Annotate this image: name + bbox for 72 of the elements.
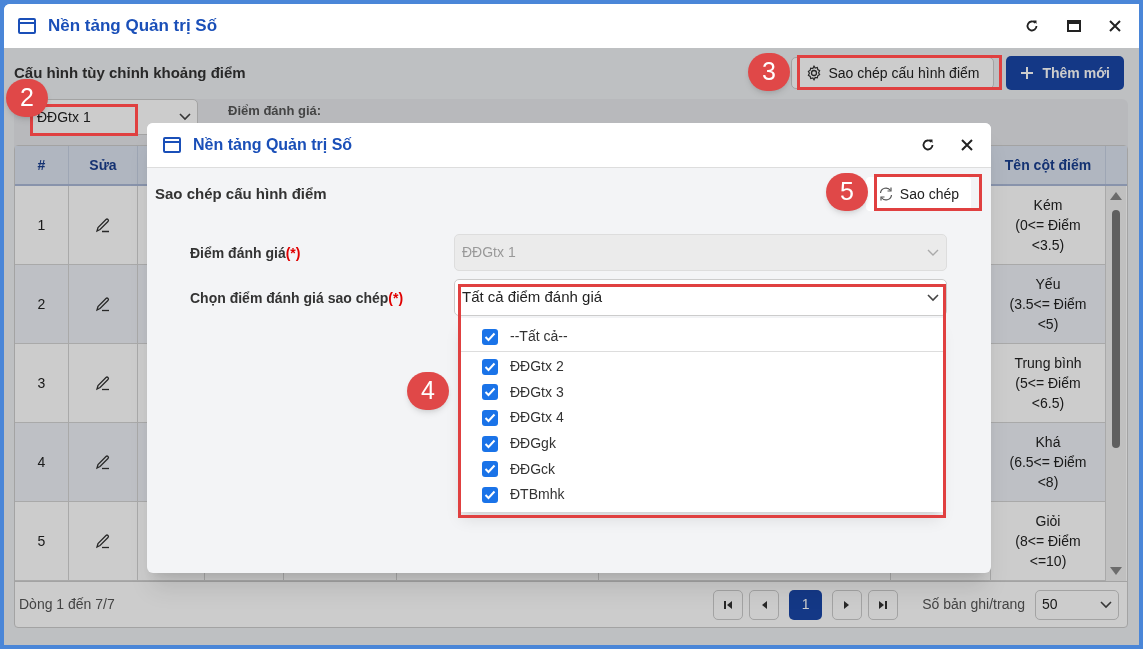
- first-page-button[interactable]: [713, 589, 744, 620]
- grade-range: (0<= Điểm <3.5): [1014, 216, 1082, 255]
- grade-name: Kém: [1033, 196, 1063, 215]
- select-field: ĐĐGtx 1: [454, 234, 947, 271]
- chevron-down-icon: [179, 113, 191, 121]
- dialog-title: Nền tảng Quản trị Số: [193, 135, 353, 155]
- edit-icon[interactable]: [95, 375, 111, 391]
- option-label[interactable]: ĐĐGck: [510, 458, 556, 480]
- page-button[interactable]: 1: [789, 589, 823, 620]
- checkbox[interactable]: [482, 328, 498, 345]
- row-summary: Dòng 1 đến 7/7: [19, 595, 115, 614]
- add-button[interactable]: Thêm mới: [1006, 56, 1124, 90]
- edit-icon[interactable]: [95, 533, 111, 549]
- checkbox[interactable]: [482, 384, 498, 401]
- option-label[interactable]: ĐTBmhk: [510, 484, 565, 506]
- scroll-down-icon[interactable]: [1110, 567, 1122, 575]
- gear-icon: [806, 65, 823, 81]
- select-field[interactable]: Tất cả điểm đánh giá: [454, 279, 947, 316]
- refresh-icon: [877, 186, 894, 202]
- edit-icon[interactable]: [95, 217, 111, 233]
- grade-range: (3.5<= Điểm <5): [1008, 295, 1088, 334]
- grade-range: (8<= Điểm <=10): [1014, 532, 1082, 571]
- scroll-up-icon[interactable]: [1110, 192, 1122, 200]
- window-icon: [18, 18, 36, 34]
- last-page-button[interactable]: [868, 589, 899, 620]
- checkbox[interactable]: [482, 358, 498, 375]
- option-label[interactable]: ĐĐGtx 4: [510, 407, 564, 429]
- grade-name: Giỏi: [1035, 512, 1061, 531]
- column-header: Sửa: [89, 155, 117, 175]
- window-title: Nền tảng Quản trị Số: [48, 15, 218, 38]
- dialog-heading: Sao chép cấu hình điểm: [155, 183, 327, 204]
- edit-icon[interactable]: [95, 454, 111, 470]
- chevron-down-icon: [927, 248, 939, 257]
- first-page-icon: [723, 599, 734, 610]
- checkbox[interactable]: [482, 461, 498, 478]
- grade-name: Trung bình: [1014, 354, 1082, 373]
- option-label[interactable]: ĐĐGgk: [510, 433, 556, 455]
- checkbox[interactable]: [482, 410, 498, 426]
- filter-label: Điểm đánh giá:: [228, 102, 322, 121]
- option-label[interactable]: ĐĐGtx 2: [510, 356, 564, 378]
- close-icon[interactable]: [961, 139, 973, 151]
- grade-name: Khá: [1035, 433, 1061, 452]
- option-label[interactable]: ĐĐGtx 3: [510, 381, 564, 403]
- checkbox[interactable]: [482, 486, 498, 503]
- refresh-icon[interactable]: [921, 138, 935, 152]
- chevron-down-icon: [1100, 600, 1112, 609]
- grade-range: (6.5<= Điểm <8): [1008, 453, 1088, 492]
- plus-icon: [1020, 66, 1035, 80]
- scrollbar-thumb[interactable]: [1112, 210, 1120, 448]
- window-icon: [163, 137, 181, 153]
- per-page-select[interactable]: 50: [1035, 589, 1119, 620]
- field-label: Chọn điểm đánh giá sao chép(*): [190, 289, 405, 308]
- maximize-icon[interactable]: [1067, 20, 1081, 32]
- close-icon[interactable]: [1109, 20, 1121, 32]
- refresh-icon[interactable]: [1025, 19, 1039, 33]
- per-page-label: Số bản ghi/trang: [922, 595, 1025, 614]
- next-page-button[interactable]: [832, 589, 863, 620]
- copy-button[interactable]: Sao chép: [865, 177, 971, 211]
- chevron-down-icon: [927, 293, 939, 302]
- grade-name: Yếu: [1035, 275, 1061, 294]
- page-heading: Cấu hình tùy chỉnh khoảng điểm: [14, 62, 246, 83]
- grade-range: (5<= Điểm <6.5): [1014, 374, 1082, 413]
- table-cell: 4: [15, 423, 69, 501]
- option-label[interactable]: --Tất cả--: [510, 326, 568, 347]
- column-header: Tên cột điểm: [1004, 155, 1092, 175]
- edit-icon[interactable]: [95, 296, 111, 312]
- previous-page-button[interactable]: [749, 589, 780, 620]
- column-header: #: [37, 155, 46, 175]
- checkbox[interactable]: [482, 435, 498, 452]
- field-label: Điểm đánh giá(*): [190, 244, 302, 263]
- last-page-icon: [878, 599, 889, 610]
- table-cell: 2: [15, 265, 69, 343]
